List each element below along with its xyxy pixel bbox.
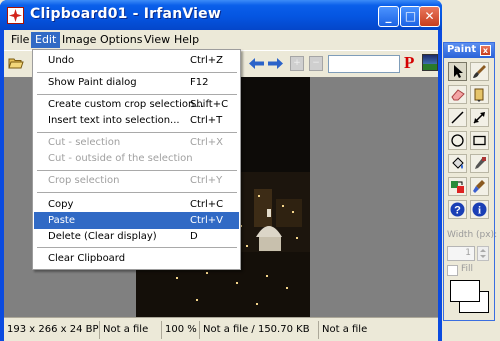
brush-icon[interactable] [470, 62, 489, 81]
help-icon[interactable]: ? [448, 200, 467, 219]
next-arrow-icon[interactable] [268, 58, 283, 69]
menu-separator [37, 132, 237, 133]
ellipse-icon[interactable] [448, 131, 467, 150]
menu-item-label: Undo [48, 55, 75, 66]
fill-bucket-icon[interactable] [448, 154, 467, 173]
menu-item-crop-selection[interactable]: Crop selection Ctrl+Y [34, 172, 239, 189]
menu-item-label: Clear Clipboard [48, 253, 126, 264]
arrow-line-icon[interactable] [470, 108, 489, 127]
menu-separator [37, 247, 237, 248]
foreground-color-swatch[interactable] [450, 280, 480, 302]
menu-item-shortcut: Ctrl+T [190, 115, 223, 126]
menu-item-label: Paste [48, 215, 75, 226]
previous-arrow-icon[interactable] [249, 58, 264, 69]
menu-item-label: Cut - selection [48, 137, 121, 148]
menu-item-cut-selection[interactable]: Cut - selection Ctrl+X [34, 134, 239, 151]
fill-checkbox[interactable] [447, 265, 458, 276]
menu-item-shortcut: Ctrl+Z [190, 55, 224, 66]
select-arrow-icon[interactable] [448, 62, 467, 81]
menu-options[interactable]: Options [96, 32, 146, 48]
edit-dropdown-menu: Undo Ctrl+Z Show Paint dialog F12 Create… [32, 49, 241, 270]
status-file-date: Not a file [318, 321, 438, 339]
status-file-name: Not a file [99, 321, 161, 339]
menu-separator [37, 170, 237, 171]
menu-item-paste[interactable]: Paste Ctrl+V [34, 212, 239, 229]
menu-view[interactable]: View [140, 32, 174, 48]
menu-item-label: Show Paint dialog [48, 77, 137, 88]
menu-item-shortcut: Ctrl+C [190, 199, 224, 210]
width-spinner-icon[interactable] [477, 246, 489, 261]
svg-text:i: i [478, 205, 481, 217]
menu-separator [37, 192, 237, 193]
width-label: Width (px): [447, 230, 498, 240]
menu-item-clear-clipboard[interactable]: Clear Clipboard [34, 250, 239, 267]
fill-label: Fill [461, 264, 474, 274]
zoom-in-button[interactable]: + [290, 56, 304, 71]
open-folder-icon[interactable] [8, 56, 24, 70]
toolbar-input-field[interactable] [328, 55, 400, 73]
irfanview-app-icon [7, 7, 24, 24]
menu-item-label: Cut - outside of the selection [48, 153, 193, 164]
menu-item-insert-text[interactable]: Insert text into selection... Ctrl+T [34, 112, 239, 129]
paint-toolbox-window: Paint x ? i Width (px): 1 Fill [443, 42, 498, 321]
minimize-button[interactable]: _ [378, 6, 399, 27]
menu-item-shortcut: F12 [190, 77, 209, 88]
paint-title-bar[interactable]: Paint x [444, 43, 494, 58]
menu-separator [37, 94, 237, 95]
status-zoom: 100 % [161, 321, 199, 339]
rectangle-icon[interactable] [470, 131, 489, 150]
menu-item-delete[interactable]: Delete (Clear display) D [34, 228, 239, 245]
menu-item-undo[interactable]: Undo Ctrl+Z [34, 52, 239, 69]
menu-item-shortcut: Shift+C [190, 99, 229, 110]
status-file-size: Not a file / 150.70 KB [199, 321, 318, 339]
menu-separator [37, 72, 237, 73]
menu-help[interactable]: Help [170, 32, 203, 48]
menu-item-copy[interactable]: Copy Ctrl+C [34, 196, 239, 213]
menu-item-label: Insert text into selection... [48, 115, 180, 126]
menu-item-custom-crop[interactable]: Create custom crop selection... Shift+C [34, 96, 239, 113]
line-icon[interactable] [448, 108, 467, 127]
menu-edit[interactable]: Edit [31, 32, 61, 48]
status-dimensions: 193 x 266 x 24 BPP [7, 324, 99, 335]
paint-close-button[interactable]: x [480, 45, 491, 56]
title-bar[interactable]: Clipboard01 - IrfanView _ □ ✕ [0, 0, 442, 30]
menu-file[interactable]: File [7, 32, 33, 48]
thumbnail-view-icon[interactable] [422, 54, 438, 71]
menu-item-label: Delete (Clear display) [48, 231, 157, 242]
window-title: Clipboard01 - IrfanView [30, 6, 221, 22]
info-icon[interactable]: i [470, 200, 489, 219]
close-button[interactable]: ✕ [419, 6, 440, 27]
dropper-icon[interactable] [470, 154, 489, 173]
zoom-out-button[interactable]: − [309, 56, 323, 71]
menu-item-show-paint-dialog[interactable]: Show Paint dialog F12 [34, 74, 239, 91]
color-replace-icon[interactable] [448, 177, 467, 196]
paint-dialog-icon[interactable]: P [404, 53, 414, 73]
svg-text:?: ? [454, 205, 461, 217]
color-picker-pen-icon[interactable] [470, 85, 489, 104]
menu-item-label: Create custom crop selection... [48, 99, 204, 110]
clone-stamp-icon[interactable] [470, 177, 489, 196]
menu-item-label: Crop selection [48, 175, 120, 186]
menu-item-shortcut: Ctrl+Y [190, 175, 223, 186]
menu-image[interactable]: Image [58, 32, 100, 48]
menu-item-cut-outside[interactable]: Cut - outside of the selection [34, 150, 239, 167]
paint-title: Paint [447, 44, 477, 55]
menu-item-label: Copy [48, 199, 74, 210]
menu-item-shortcut: D [190, 231, 198, 242]
menu-item-shortcut: Ctrl+X [190, 137, 224, 148]
eraser-icon[interactable] [448, 85, 467, 104]
status-bar: 193 x 266 x 24 BPP Not a file 100 % Not … [4, 317, 438, 341]
width-input[interactable]: 1 [447, 246, 475, 261]
menu-item-shortcut: Ctrl+V [190, 215, 224, 226]
menu-bar: File Edit Image Options View Help [4, 30, 438, 49]
maximize-button[interactable]: □ [400, 6, 421, 27]
